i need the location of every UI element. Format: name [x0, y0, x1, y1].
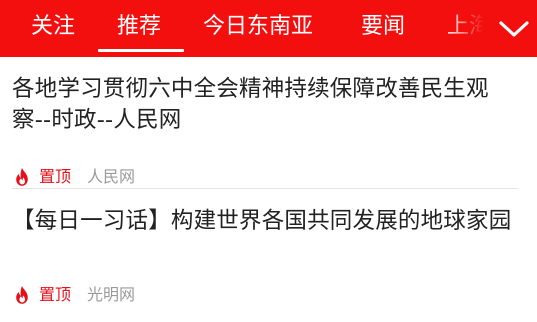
channel-bar: 关注 推荐 今日东南亚 要闻 上海: [0, 0, 537, 57]
tab-southeast-asia-today[interactable]: 今日东南亚: [203, 12, 313, 42]
pinned-badge: 置顶: [39, 285, 72, 304]
news-meta: 置顶 人民网: [14, 166, 135, 188]
chevron-down-icon: [499, 21, 529, 37]
tab-recommend[interactable]: 推荐: [117, 12, 161, 42]
news-source: 人民网: [87, 167, 136, 186]
active-tab-indicator: [98, 49, 184, 52]
pinned-badge: 置顶: [39, 167, 72, 186]
news-source: 光明网: [87, 285, 136, 304]
tab-follow[interactable]: 关注: [31, 12, 75, 42]
news-meta: 置顶 光明网: [14, 284, 135, 306]
fire-icon: [16, 168, 28, 186]
divider: [12, 188, 518, 189]
expand-channels-button[interactable]: [497, 13, 531, 45]
fire-icon: [16, 286, 28, 304]
tab-headlines[interactable]: 要闻: [361, 12, 405, 42]
news-title[interactable]: 各地学习贯彻六中全会精神持续保障改善民生观察--时政--人民网: [12, 74, 518, 136]
news-title[interactable]: 【每日一习话】构建世界各国共同发展的地球家园: [12, 206, 518, 237]
